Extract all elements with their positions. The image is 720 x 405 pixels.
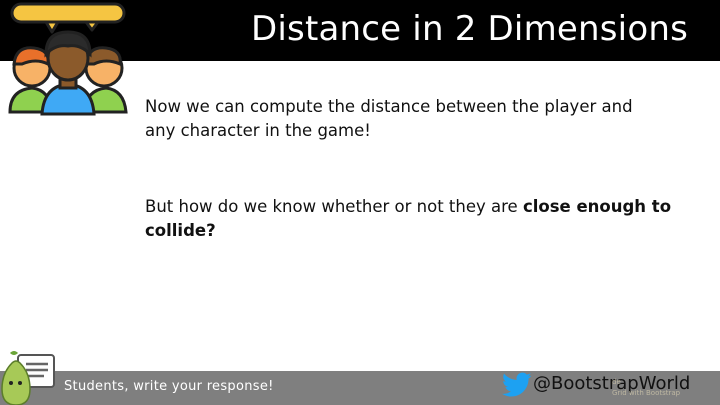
paragraph-distance: Now we can compute the distance between … — [145, 97, 633, 140]
twitter-bird-icon — [502, 372, 532, 397]
group-of-people-icon — [8, 2, 128, 116]
question-text: But how do we know whether or not they a… — [145, 197, 523, 216]
faint-caption-line1: de — [612, 378, 621, 386]
paragraph-question: But how do we know whether or not they a… — [145, 195, 675, 243]
student-prompt: Students, write your response! — [64, 379, 274, 394]
pear-deck-logo-icon — [1, 351, 55, 405]
faint-caption-line2: Grid with Bootstrap — [612, 389, 681, 397]
slide-title: Distance in 2 Dimensions — [251, 9, 688, 49]
